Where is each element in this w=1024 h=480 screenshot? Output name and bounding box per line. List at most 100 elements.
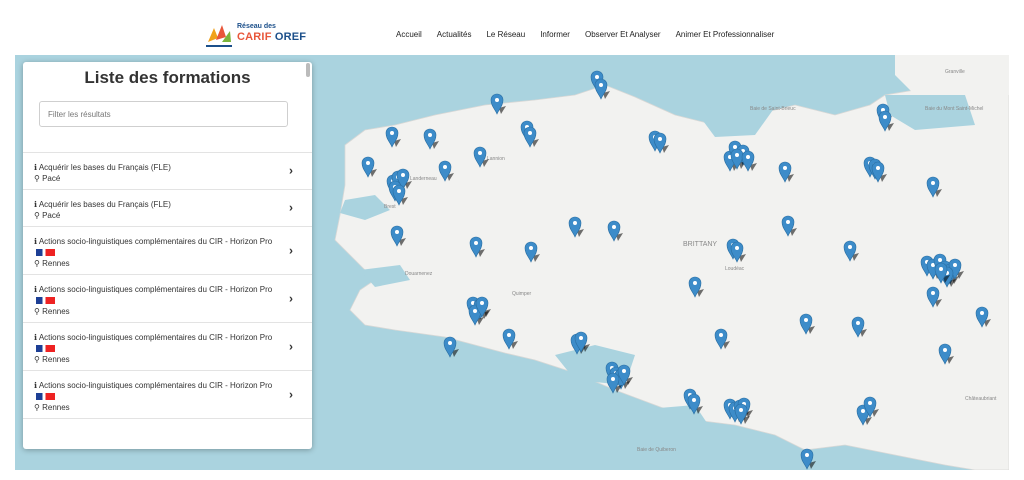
nav-animer[interactable]: Animer Et Professionnaliser [676, 30, 775, 39]
info-icon: ℹ [34, 285, 38, 294]
france-flag-icon [36, 249, 55, 257]
marker-dot [390, 131, 394, 135]
map-label-baie-mont-saint-michel: Baie du Mont Saint-Michel [925, 106, 983, 112]
list-item-place-line: ⚲ Pacé [34, 210, 282, 221]
nav-informer[interactable]: Informer [540, 30, 570, 39]
map-label-baie-saint-brieuc: Baie de Saint-Brieuc [750, 106, 796, 112]
list-item-title: Actions socio-linguistiques complémentai… [38, 333, 273, 342]
logo-text-big: CARIF OREF [237, 31, 306, 43]
marker-dot [595, 75, 599, 79]
filter-input[interactable] [39, 101, 288, 127]
marker-dot [611, 377, 615, 381]
marker-dot [938, 258, 942, 262]
list-item-place-line: ⚲ Pacé [34, 173, 282, 184]
list-item[interactable]: ℹ Actions socio-linguistiques complément… [23, 323, 312, 371]
france-flag-icon [36, 345, 55, 353]
nav-accueil[interactable]: Accueil [396, 30, 422, 39]
nav-observer[interactable]: Observer Et Analyser [585, 30, 661, 39]
marker-dot [719, 333, 723, 337]
site-header: Réseau des CARIF OREF Accueil Actualités… [0, 0, 1024, 55]
list-item-title-line: ℹ Actions socio-linguistiques complément… [34, 332, 282, 354]
marker-dot [443, 165, 447, 169]
location-pin-icon: ⚲ [34, 307, 40, 316]
list-item-place: Pacé [42, 174, 61, 183]
map-label-baie-quiberon: Baie de Quiberon [637, 447, 676, 453]
marker-dot [739, 408, 743, 412]
marker-dot [528, 131, 532, 135]
france-flag-icon [36, 297, 55, 305]
marker-dot [395, 230, 399, 234]
chevron-right-icon: › [289, 163, 293, 178]
nav-actualites[interactable]: Actualités [437, 30, 472, 39]
list-item-title-line: ℹ Actions socio-linguistiques complément… [34, 380, 282, 402]
list-item-place: Rennes [42, 307, 70, 316]
list-item-title: Actions socio-linguistiques complémentai… [38, 381, 273, 390]
chevron-right-icon: › [289, 243, 293, 257]
chevron-right-icon: › [289, 339, 293, 353]
formations-panel: Liste des formations ℹ Acquérir les base… [23, 62, 312, 449]
map-label-brest: Brest [384, 204, 396, 210]
list-item-place-line: ⚲ Rennes [34, 354, 282, 365]
map-label-chateaubriant: Châteaubriant [965, 396, 997, 402]
marker-dot [529, 246, 533, 250]
logo-oref: OREF [274, 31, 307, 43]
list-item-title-line: ℹ Acquérir les bases du Français (FLE) [34, 199, 282, 210]
list-item-place-line: ⚲ Rennes [34, 258, 282, 269]
chevron-right-icon: › [289, 387, 293, 401]
marker-dot [733, 145, 737, 149]
marker-dot [478, 151, 482, 155]
panel-title: Liste des formations [84, 68, 251, 87]
chevron-right-icon: › [289, 200, 293, 215]
map-label-brittany: BRITTANY [683, 241, 717, 248]
marker-dot [876, 166, 880, 170]
formations-list: ℹ Acquérir les bases du Français (FLE) ⚲… [23, 152, 312, 419]
list-item-title-line: ℹ Actions socio-linguistiques complément… [34, 236, 282, 258]
list-item[interactable]: ℹ Acquérir les bases du Français (FLE) ⚲… [23, 190, 312, 227]
logo-text-small: Réseau des [237, 23, 276, 30]
map-label-granville: Granville [945, 69, 965, 75]
marker-dot [856, 321, 860, 325]
marker-dot [931, 181, 935, 185]
map-label-douarnenez: Douarnenez [405, 271, 433, 277]
marker-dot [953, 263, 957, 267]
marker-dot [939, 267, 943, 271]
nav-le-reseau[interactable]: Le Réseau [486, 30, 525, 39]
location-pin-icon: ⚲ [34, 174, 40, 183]
logo-carif: CARIF [237, 31, 272, 43]
marker-dot [783, 166, 787, 170]
marker-dot [861, 409, 865, 413]
marker-dot [599, 83, 603, 87]
marker-dot [931, 291, 935, 295]
map-label-landerneau: Landerneau [410, 176, 437, 182]
marker-dot [612, 225, 616, 229]
marker-dot [692, 398, 696, 402]
marker-dot [428, 133, 432, 137]
marker-dot [735, 153, 739, 157]
marker-dot [401, 173, 405, 177]
marker-dot [366, 161, 370, 165]
marker-dot [943, 348, 947, 352]
site-logo[interactable]: Réseau des CARIF OREF [204, 22, 306, 48]
marker-dot [805, 453, 809, 457]
list-item-place: Rennes [42, 355, 70, 364]
list-item[interactable]: ℹ Actions socio-linguistiques complément… [23, 227, 312, 275]
list-item-title-line: ℹ Acquérir les bases du Français (FLE) [34, 162, 282, 173]
marker-dot [579, 336, 583, 340]
location-pin-icon: ⚲ [34, 403, 40, 412]
list-item-title: Actions socio-linguistiques complémentai… [38, 285, 273, 294]
info-icon: ℹ [34, 163, 38, 172]
marker-dot [495, 98, 499, 102]
marker-dot [448, 341, 452, 345]
info-icon: ℹ [34, 333, 38, 342]
list-item[interactable]: ℹ Actions socio-linguistiques complément… [23, 371, 312, 419]
map-label-loudeac: Loudéac [725, 266, 745, 272]
marker-dot [883, 115, 887, 119]
list-item[interactable]: ℹ Acquérir les bases du Français (FLE) ⚲… [23, 153, 312, 190]
list-item-place: Rennes [42, 403, 70, 412]
list-item[interactable]: ℹ Actions socio-linguistiques complément… [23, 275, 312, 323]
location-pin-icon: ⚲ [34, 355, 40, 364]
list-item-place-line: ⚲ Rennes [34, 306, 282, 317]
marker-dot [746, 155, 750, 159]
marker-dot [473, 309, 477, 313]
marker-dot [848, 245, 852, 249]
